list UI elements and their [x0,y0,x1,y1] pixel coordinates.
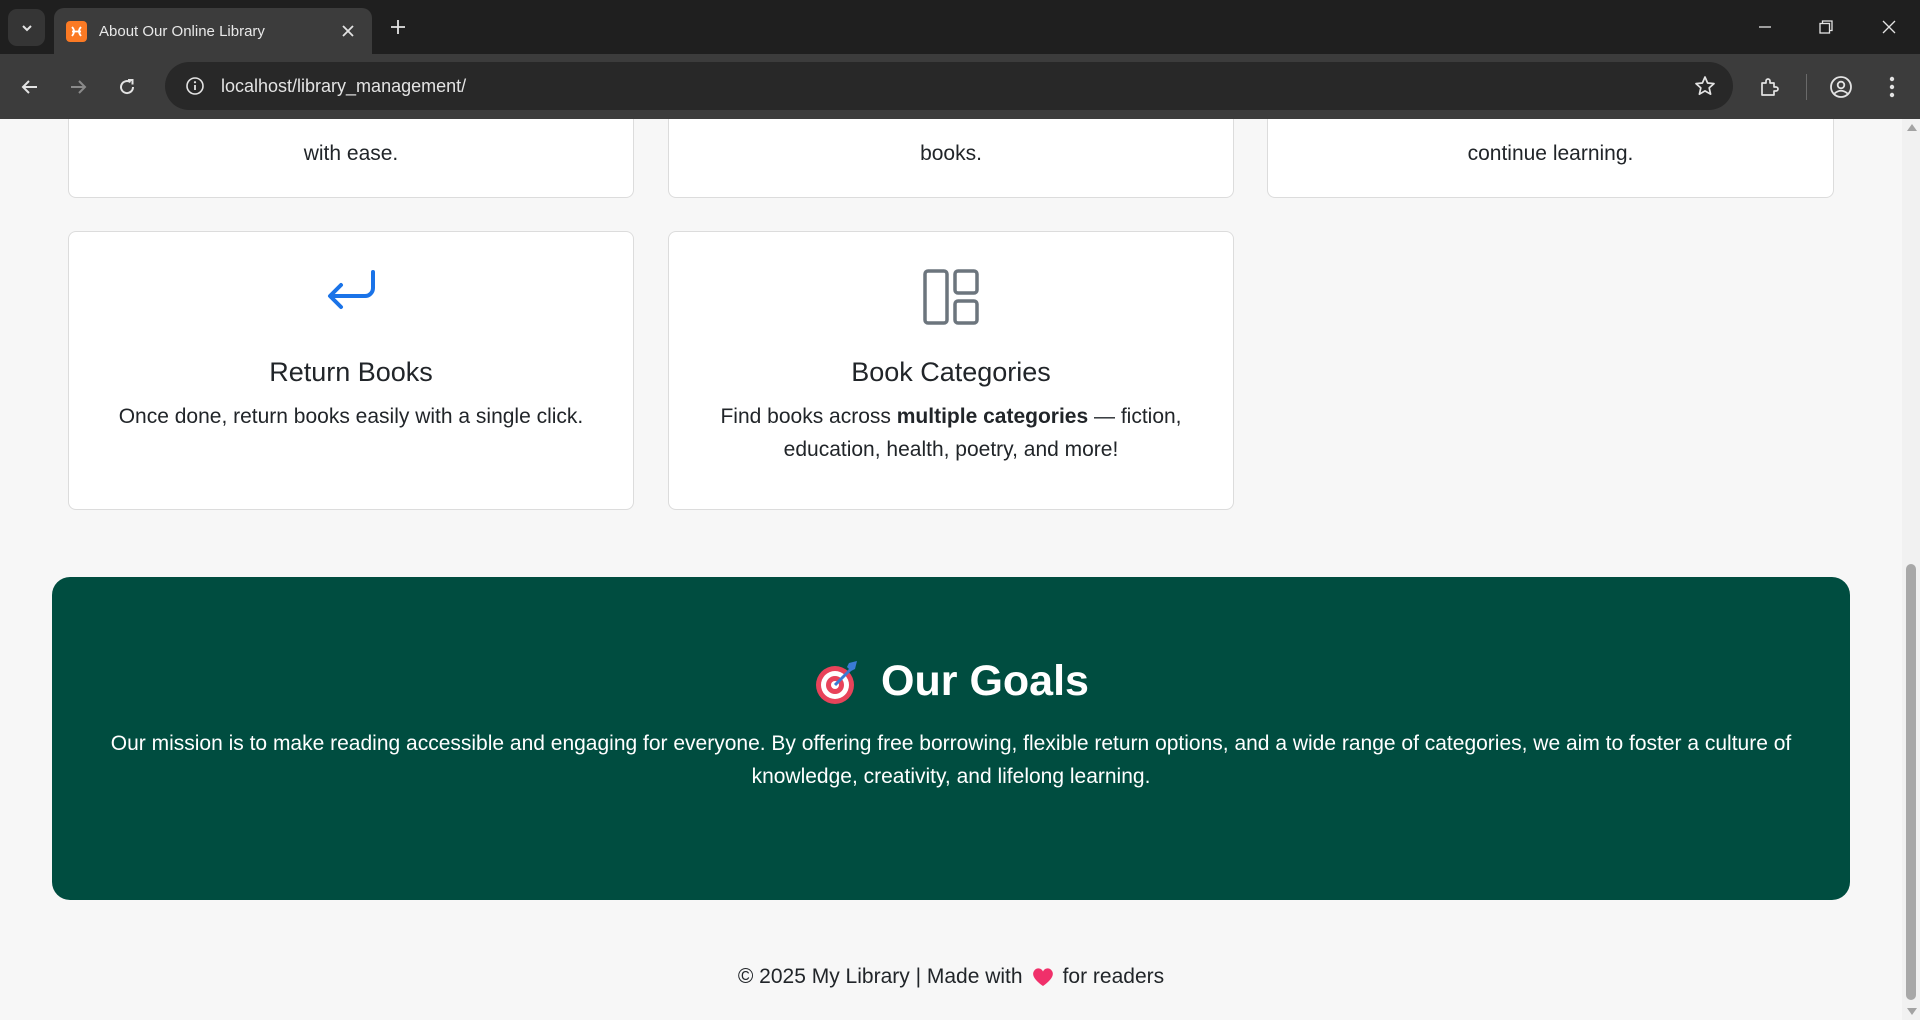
new-tab-button[interactable] [384,13,412,41]
extensions-button[interactable] [1751,69,1787,105]
feature-card: books. [668,119,1234,198]
return-arrow-icon [328,270,375,309]
feature-card: continue learning. [1267,119,1834,198]
tab-title: About Our Online Library [99,22,265,40]
footer-text-before: © 2025 My Library | Made with [737,965,1023,988]
profile-button[interactable] [1823,69,1859,105]
browser-toolbar: localhost/library_management/ [0,54,1920,119]
card-text-bold: multiple categories [896,405,1089,428]
tab-close-button[interactable] [336,19,360,43]
bookmark-button[interactable] [1691,72,1719,100]
feature-card: with ease. [68,119,634,198]
url-text[interactable]: localhost/library_management/ [221,76,466,97]
feature-card-title: Book Categories [851,357,1051,387]
feature-card-text: with ease. [303,142,399,165]
arrow-right-icon [71,80,87,94]
scroll-up-arrow-icon[interactable] [1907,124,1917,131]
minimize-button[interactable] [1737,8,1793,46]
tab-search-button[interactable] [8,9,45,46]
chevron-down-icon [21,24,32,31]
footer-text-after: for readers [1062,965,1165,988]
feature-card-text: Once done, return books easily with a si… [118,405,584,428]
toolbar-divider [1806,74,1807,100]
menu-button[interactable] [1874,69,1910,105]
reload-button[interactable] [109,69,145,105]
feature-card-book-categories: Book Categories Find books across multip… [668,231,1234,510]
page-viewport: with ease. books. continue learning. Ret… [0,119,1902,1020]
plus-icon [391,20,405,34]
goals-title: Our Goals [52,657,1850,706]
feature-card-text: continue learning. [1467,142,1634,165]
goals-title-text: Our Goals [881,657,1089,705]
site-info-button[interactable] [181,72,209,100]
forward-button[interactable] [60,69,96,105]
feature-card-return-books: Return Books Once done, return books eas… [68,231,634,510]
arrow-left-icon [21,80,37,94]
close-window-button[interactable] [1861,8,1917,46]
scroll-thumb[interactable] [1906,564,1916,1000]
browser-tab-bar: About Our Online Library [0,0,1920,54]
address-bar[interactable]: localhost/library_management/ [165,62,1733,110]
info-icon [186,77,204,95]
scroll-down-arrow-icon[interactable] [1907,1008,1917,1015]
reload-icon [120,79,135,95]
restore-icon [1819,20,1833,34]
target-dart-icon [816,660,858,704]
page-scrollbar[interactable] [1902,119,1920,1020]
restore-button[interactable] [1798,8,1854,46]
feature-card-text: books. [920,142,982,165]
star-icon [1695,76,1715,96]
feature-card-title: Return Books [269,357,433,387]
goals-section: Our Goals Our mission is to make reading… [52,577,1850,900]
minimize-icon [1759,26,1771,28]
layout-grid-icon [923,269,979,325]
back-button[interactable] [12,69,48,105]
heart-icon [1032,968,1053,986]
xampp-favicon-icon [66,20,87,42]
footer: © 2025 My Library | Made with for reader… [0,965,1902,989]
account-circle-icon [1830,76,1852,98]
feature-card-text: Find books across multiple categories — … [705,400,1197,466]
puzzle-icon [1761,78,1779,96]
close-icon [1882,20,1896,34]
more-vertical-icon [1889,76,1895,98]
browser-tab-active[interactable]: About Our Online Library [54,8,372,54]
goals-text: Our mission is to make reading accessibl… [110,732,1792,788]
close-icon [342,25,354,37]
card-text-before: Find books across [720,405,891,428]
